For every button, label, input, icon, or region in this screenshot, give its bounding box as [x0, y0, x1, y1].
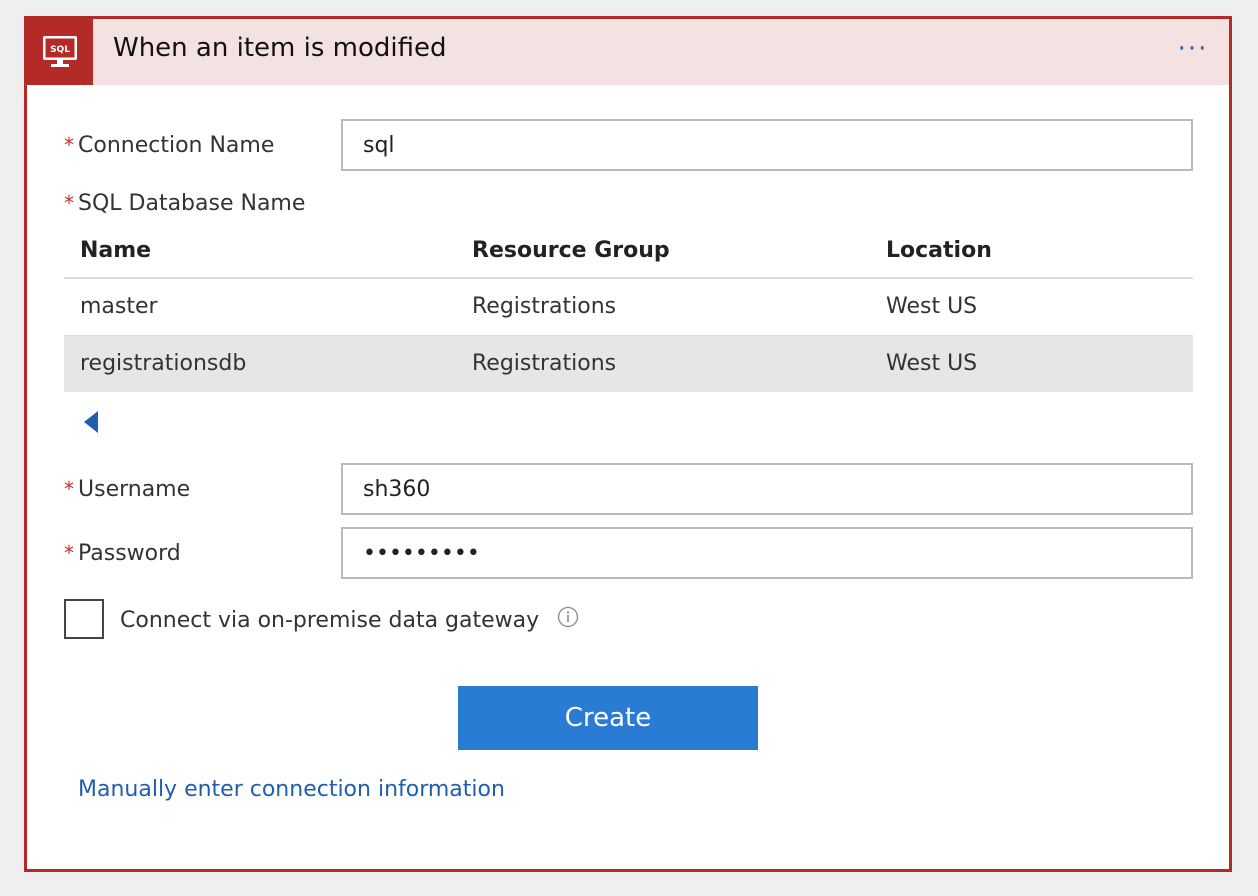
username-input[interactable] — [341, 463, 1193, 515]
connection-card: SQL When an item is modified ··· * Connec… — [24, 16, 1232, 872]
connection-name-input[interactable] — [341, 119, 1193, 171]
password-label-text: Password — [78, 541, 181, 566]
column-header-location: Location — [886, 238, 992, 263]
gateway-checkbox[interactable] — [64, 599, 104, 639]
sql-connector-tile: SQL — [27, 19, 93, 85]
table-header: Name Resource Group Location — [64, 229, 1193, 279]
cell-resource-group: Registrations — [472, 351, 617, 376]
database-table: Name Resource Group Location master Regi… — [64, 229, 1193, 392]
required-marker: * — [64, 541, 74, 565]
connection-name-label: * Connection Name — [64, 133, 274, 158]
more-options-icon[interactable]: ··· — [1171, 29, 1215, 69]
username-label-text: Username — [78, 477, 191, 502]
cell-name: master — [80, 294, 158, 319]
database-name-label-text: SQL Database Name — [78, 191, 306, 216]
column-header-name: Name — [80, 238, 152, 263]
table-row-selected[interactable]: registrationsdb Registrations West US — [64, 336, 1193, 392]
card-header: SQL When an item is modified ··· — [27, 19, 1229, 85]
required-marker: * — [64, 191, 74, 215]
cell-location: West US — [886, 294, 978, 319]
card-title: When an item is modified — [113, 33, 447, 63]
cell-name: registrationsdb — [80, 351, 247, 376]
database-name-label: * SQL Database Name — [64, 191, 305, 216]
manual-connection-link[interactable]: Manually enter connection information — [78, 777, 505, 802]
username-label: * Username — [64, 477, 190, 502]
table-row[interactable]: master Registrations West US — [64, 279, 1193, 336]
svg-text:SQL: SQL — [50, 45, 70, 55]
password-label: * Password — [64, 541, 181, 566]
sql-monitor-icon: SQL — [43, 36, 77, 67]
password-input[interactable] — [341, 527, 1193, 579]
cell-resource-group: Registrations — [472, 294, 617, 319]
required-marker: * — [64, 477, 74, 501]
cell-location: West US — [886, 351, 978, 376]
gateway-checkbox-label: Connect via on-premise data gateway — [120, 608, 540, 633]
column-header-resource-group: Resource Group — [472, 238, 670, 263]
previous-page-icon[interactable] — [81, 410, 101, 434]
connection-name-label-text: Connection Name — [78, 133, 275, 158]
create-button[interactable]: Create — [458, 686, 758, 750]
info-icon[interactable] — [557, 606, 579, 628]
required-marker: * — [64, 133, 74, 157]
